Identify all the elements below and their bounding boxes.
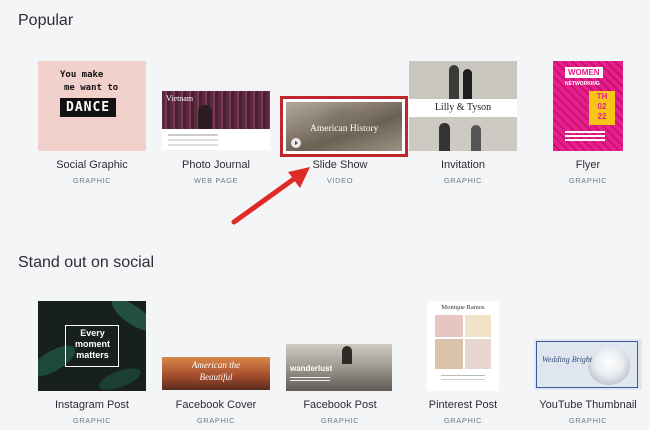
card-label: Flyer (575, 159, 601, 171)
card-label: Facebook Cover (175, 399, 257, 411)
pinterest-photo-4 (465, 339, 491, 369)
facebook-cover-line2: Beautiful (199, 372, 233, 382)
section-title-popular: Popular (18, 12, 74, 29)
instagram-leaf-3 (96, 363, 144, 391)
card-label: Instagram Post (55, 399, 129, 411)
card-type: GRAPHIC (72, 416, 112, 425)
flyer-date-mid: 02 (597, 102, 607, 111)
pinterest-photo-2 (465, 315, 491, 337)
card-label: Invitation (440, 159, 486, 171)
card-type: GRAPHIC (568, 416, 608, 425)
card-label: Social Graphic (56, 159, 128, 171)
annotation-arrow-icon (231, 167, 310, 225)
facebook-post-title: wanderlust (290, 364, 333, 373)
facebook-cover-line1: American the (191, 360, 241, 370)
youtube-cake (588, 347, 630, 385)
flyer-title: WOMEN (565, 67, 603, 78)
card-type: GRAPHIC (196, 416, 236, 425)
card-label: Pinterest Post (428, 399, 498, 411)
flyer-subtitle: NETWORKING (565, 81, 600, 87)
social-graphic-line3: DANCE (60, 98, 117, 117)
instagram-line3: matters (76, 350, 109, 360)
section-title-stand-out-on-social: Stand out on social (18, 254, 155, 271)
invitation-couple-top2 (463, 69, 472, 99)
flyer-date-box: TH 02 22 (589, 91, 615, 125)
play-icon (291, 138, 301, 148)
card-label: Facebook Post (303, 399, 377, 411)
card-type: GRAPHIC (443, 416, 483, 425)
invitation-couple-bottom (439, 123, 450, 151)
pinterest-post-title: Monique Ramos (441, 304, 485, 311)
photo-journal-thumbnail: Vietnam (162, 91, 270, 150)
youtube-thumbnail-thumbnail: Wedding Bright (534, 339, 642, 390)
invitation-thumbnail: Lilly & Tyson (409, 61, 517, 151)
invitation-couple-bottom2 (471, 125, 481, 151)
flyer-thumbnail: WOMEN NETWORKING TH 02 22 (553, 61, 623, 151)
invitation-names: Lilly & Tyson (434, 102, 492, 113)
photo-journal-text-lines (168, 134, 218, 136)
photo-journal-person (198, 105, 212, 129)
flyer-text-lines (565, 131, 605, 133)
pinterest-photo-1 (435, 315, 463, 337)
social-graphic-line2: me want to (64, 83, 119, 93)
instagram-line2: moment (74, 339, 110, 349)
facebook-post-text-lines (290, 377, 330, 378)
facebook-cover-thumbnail: American the Beautiful (162, 357, 270, 390)
instagram-post-thumbnail: Every moment matters (38, 301, 146, 391)
invitation-photo-bottom (409, 117, 517, 151)
social-graphic-thumbnail: You make me want to DANCE (38, 61, 146, 151)
facebook-post-person (342, 346, 352, 364)
flyer-date-top: TH (596, 92, 608, 101)
slide-show-thumbnail: American History (286, 102, 402, 151)
card-type: GRAPHIC (568, 176, 608, 185)
pinterest-text-lines (441, 375, 485, 376)
card-label: YouTube Thumbnail (539, 399, 637, 411)
card-type: GRAPHIC (72, 176, 112, 185)
card-type: GRAPHIC (320, 416, 360, 425)
instagram-line1: Every (80, 328, 105, 338)
slide-show-title: American History (310, 124, 379, 134)
photo-journal-title: Vietnam (166, 94, 194, 103)
flyer-date-bot: 22 (597, 112, 607, 121)
card-type: GRAPHIC (443, 176, 483, 185)
social-graphic-line1: You make (60, 70, 104, 80)
pinterest-post-thumbnail: Monique Ramos (427, 301, 499, 391)
pinterest-photo-3 (435, 339, 463, 369)
youtube-title: Wedding Bright (542, 355, 593, 364)
invitation-couple-top (449, 65, 459, 99)
facebook-post-thumbnail: wanderlust (286, 344, 392, 391)
